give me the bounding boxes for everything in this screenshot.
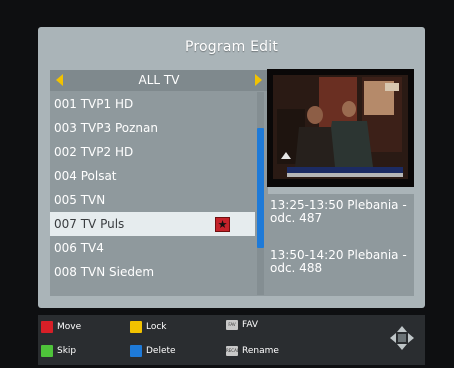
- category-label: ALL TV: [138, 73, 180, 87]
- channel-row[interactable]: 008 TVN Siedem: [50, 260, 255, 284]
- channel-label: 001 TVP1 HD: [54, 97, 134, 111]
- channel-label: 003 TVP3 Poznan: [54, 121, 158, 135]
- move-label: Move: [57, 322, 82, 332]
- lock-label: Lock: [146, 322, 167, 332]
- channel-label: 007 TV Puls: [54, 217, 125, 231]
- channel-label: 002 TVP2 HD: [54, 145, 134, 159]
- channel-row[interactable]: 002 TVP2 HD: [50, 140, 255, 164]
- epg-title-1: odc. 487: [270, 211, 323, 225]
- channel-row[interactable]: 004 Polsat: [50, 164, 255, 188]
- scroll-thumb[interactable]: [257, 128, 264, 248]
- channel-list: 001 TVP1 HD 003 TVP3 Poznan 002 TVP2 HD …: [50, 92, 255, 284]
- fav-label: FAV: [242, 320, 259, 330]
- channel-row[interactable]: 006 TV4: [50, 236, 255, 260]
- program-edit-panel: Program Edit ALL TV 001 TVP1 HD 003 TVP3…: [38, 27, 425, 308]
- red-key-icon: [41, 321, 53, 333]
- channel-row[interactable]: 001 TVP1 HD: [50, 92, 255, 116]
- yellow-key-icon: [130, 321, 142, 333]
- page-title: Program Edit: [184, 39, 279, 55]
- lock-icon: ★: [215, 217, 230, 232]
- fav-key-icon: FAV: [226, 320, 238, 330]
- delete-label: Delete: [146, 346, 176, 356]
- channel-label: 005 TVN: [54, 193, 106, 207]
- recall-key-icon: RECALL: [226, 346, 241, 356]
- channel-row[interactable]: 005 TVN: [50, 188, 255, 212]
- channel-label: 004 Polsat: [54, 169, 117, 183]
- tv-screen: Program Edit ALL TV 001 TVP1 HD 003 TVP3…: [0, 0, 454, 368]
- navigation-pad-icon: [390, 326, 414, 350]
- skip-label: Skip: [57, 346, 77, 356]
- epg-title-2: odc. 488: [270, 261, 323, 275]
- key-legend: Move Skip Lock Delete FAV FAV RECALL Ren…: [38, 315, 425, 365]
- channel-label: 008 TVN Siedem: [54, 265, 155, 279]
- right-arrow-icon[interactable]: [255, 74, 262, 86]
- channel-list-panel: ALL TV 001 TVP1 HD 003 TVP3 Poznan 002 T…: [50, 70, 268, 296]
- category-selector[interactable]: ALL TV: [50, 70, 268, 91]
- channel-row[interactable]: 003 TVP3 Poznan: [50, 116, 255, 140]
- channel-scrollbar[interactable]: [257, 92, 264, 295]
- video-preview: [267, 69, 414, 187]
- rename-label: Rename: [242, 346, 279, 356]
- channel-label: 006 TV4: [54, 241, 104, 255]
- blue-key-icon: [130, 345, 142, 357]
- channel-row-selected[interactable]: 007 TV Puls ★: [50, 212, 255, 236]
- preview-image: [267, 69, 414, 187]
- green-key-icon: [41, 345, 53, 357]
- epg-info-panel: 13:25-13:50 Plebania - odc. 487 13:50-14…: [267, 194, 414, 296]
